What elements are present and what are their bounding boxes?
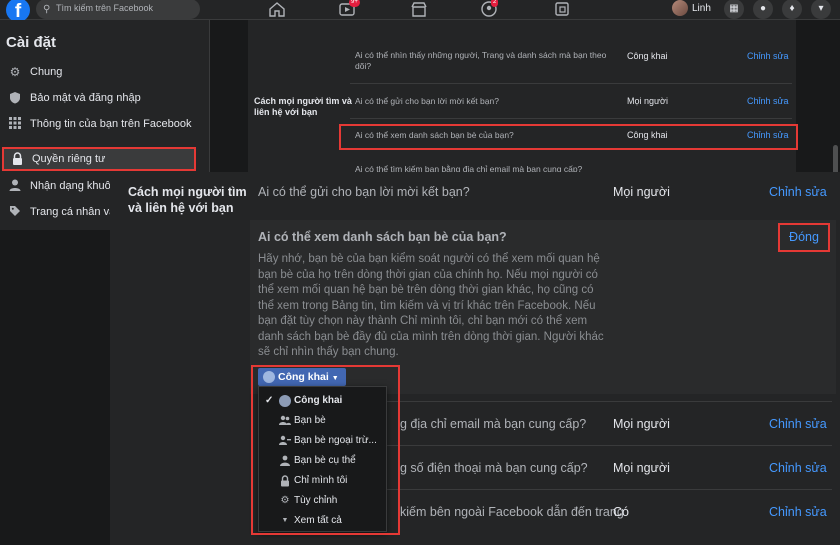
setting-question: Ai có thể nhìn thấy những người, Trang v… <box>355 50 607 71</box>
privacy-settings-panel: Ai có thể nhìn thấy những người, Trang v… <box>248 20 796 180</box>
search-icon: ⚲ <box>43 4 51 15</box>
avatar <box>672 0 688 17</box>
edit-link[interactable]: Chỉnh sửa <box>769 185 827 199</box>
divider <box>350 118 792 119</box>
setting-question: kiếm bên ngoài Facebook dẫn đến trang <box>400 505 624 519</box>
home-icon[interactable] <box>268 1 286 17</box>
marketplace-icon[interactable] <box>410 1 428 17</box>
watch-badge: 9+ <box>349 0 360 7</box>
search-input[interactable]: ⚲ Tìm kiếm trên Facebook <box>36 0 200 19</box>
top-navigation-bar: f ⚲ Tìm kiếm trên Facebook 9+ 2 Linh ▦ ●… <box>0 0 840 22</box>
page-title: Cài đặt <box>6 34 57 51</box>
edit-link[interactable]: Chỉnh sửa <box>769 461 827 475</box>
sidebar-item-security[interactable]: Bảo mật và đăng nhập <box>2 86 196 110</box>
setting-value: Công khai <box>627 51 668 61</box>
divider <box>350 83 792 84</box>
zoomed-settings-panel: Cách mọi người tìm và liên hệ với bạn Ai… <box>110 172 840 545</box>
section-title: Cách mọi người tìm và liên hệ với bạn <box>128 185 247 215</box>
highlight-box <box>339 124 798 150</box>
setting-value: Có <box>613 505 629 519</box>
edit-link[interactable]: Chỉnh sửa <box>747 51 789 61</box>
setting-question: Ai có thể gửi cho bạn lời mời kết bạn? <box>355 96 499 106</box>
close-button[interactable]: Đóng <box>778 223 830 252</box>
sidebar-item-label: Thông tin của bạn trên Facebook <box>30 118 192 130</box>
edit-link[interactable]: Chỉnh sửa <box>769 417 827 431</box>
setting-question: Ai có thể gửi cho bạn lời mời kết bạn? <box>258 185 470 199</box>
sidebar-item-privacy[interactable]: Quyền riêng tư <box>2 147 196 171</box>
setting-value: Mọi người <box>627 96 668 106</box>
expanded-title: Ai có thể xem danh sách bạn bè của bạn? <box>258 230 507 244</box>
setting-question: g số điện thoại mà bạn cung cấp? <box>400 461 588 475</box>
expanded-description: Hãy nhớ, bạn bè của bạn kiểm soát người … <box>258 253 604 358</box>
grid-icon <box>8 117 22 131</box>
shield-icon <box>8 91 22 105</box>
section-title: Cách mọi người tìm và liên hệ với bạn <box>254 96 352 117</box>
sidebar-item-label: Quyền riêng tư <box>32 153 106 165</box>
tag-icon <box>8 205 22 219</box>
sidebar-item-label: Trang cá nhân và <box>30 206 116 218</box>
messenger-icon[interactable]: ● <box>753 0 773 19</box>
groups-icon[interactable]: 2 <box>480 0 499 17</box>
edit-link[interactable]: Chỉnh sửa <box>747 96 789 106</box>
setting-value: Mọi người <box>613 417 670 431</box>
menu-grid-icon[interactable]: ▦ <box>724 0 744 19</box>
highlight-box <box>251 365 400 535</box>
sidebar-item-label: Nhận dạng khuô <box>30 180 111 192</box>
notifications-bell-icon[interactable]: ♦ <box>782 0 802 19</box>
setting-value: Mọi người <box>613 461 670 475</box>
account-chevron-icon[interactable]: ▾ <box>811 0 831 19</box>
gear-icon: ⚙ <box>9 65 21 79</box>
person-icon <box>8 179 22 193</box>
profile-shortcut[interactable]: Linh <box>672 0 711 18</box>
gaming-icon[interactable] <box>553 1 571 17</box>
sidebar-item-label: Bảo mật và đăng nhập <box>30 92 141 104</box>
user-name: Linh <box>692 3 711 14</box>
setting-value: Mọi người <box>613 185 670 199</box>
watch-icon[interactable]: 9+ <box>338 0 360 17</box>
lock-icon <box>10 152 24 166</box>
sidebar-item-label: Chung <box>30 66 63 78</box>
sidebar-item-general[interactable]: ⚙ Chung <box>2 60 196 84</box>
edit-link[interactable]: Chỉnh sửa <box>769 505 827 519</box>
facebook-logo[interactable]: f <box>6 0 30 22</box>
sidebar-item-your-info[interactable]: Thông tin của bạn trên Facebook <box>2 112 196 136</box>
setting-question: g địa chỉ email mà bạn cung cấp? <box>400 417 587 431</box>
search-placeholder: Tìm kiếm trên Facebook <box>56 3 154 13</box>
